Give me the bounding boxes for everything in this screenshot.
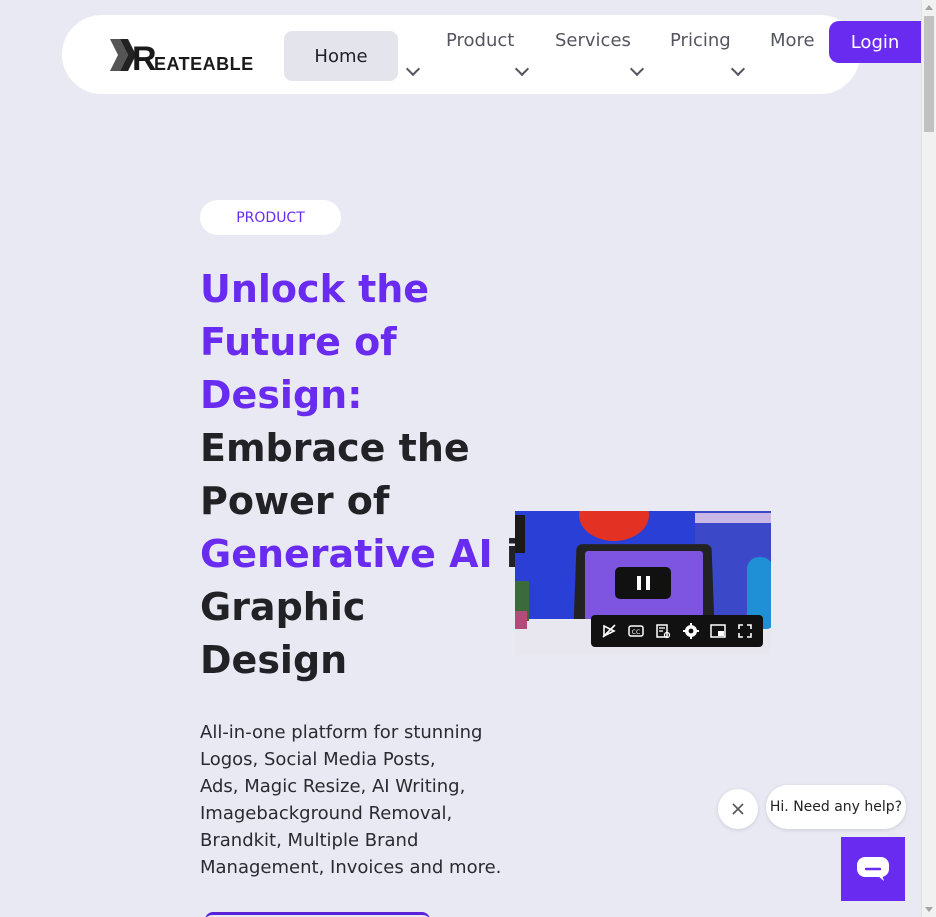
page-scrollbar[interactable] (921, 0, 936, 917)
chevron-down-icon[interactable] (730, 61, 746, 77)
nav-more[interactable]: More (770, 30, 815, 51)
pause-icon (645, 576, 650, 590)
hero-title-line: Design (200, 638, 348, 682)
chat-launcher-button[interactable] (841, 837, 905, 901)
chat-close-button[interactable] (718, 789, 758, 829)
pause-icon (636, 576, 641, 590)
pause-button[interactable] (615, 567, 671, 599)
video-player[interactable]: CC (515, 511, 771, 655)
settings-icon[interactable] (682, 622, 700, 640)
hero-title-line: Generative AI in (200, 528, 546, 581)
video-frame (695, 513, 771, 523)
cta-button[interactable] (205, 912, 430, 917)
hero-description: All-in-one platform for stunning Logos, … (200, 719, 520, 881)
chevron-down-icon[interactable] (405, 61, 421, 77)
hero-description-line: Management, Invoices and more. (200, 857, 502, 878)
login-button-label: Login (850, 31, 900, 53)
hero-title-line: Design: (200, 373, 363, 417)
chat-prompt-bubble[interactable]: Hi. Need any help? (766, 785, 906, 829)
chat-icon (857, 857, 889, 881)
video-frame (515, 611, 527, 629)
scroll-down-arrow-icon[interactable] (925, 907, 933, 912)
hero-title-line: Unlock the (200, 267, 430, 311)
svg-text:CC: CC (632, 629, 640, 636)
nav-services[interactable]: Services (555, 30, 631, 51)
video-controls: CC (591, 615, 763, 647)
fullscreen-icon[interactable] (736, 622, 754, 640)
transcript-icon[interactable] (654, 622, 672, 640)
chat-prompt-text: Hi. Need any help? (769, 799, 903, 815)
chevron-down-icon[interactable] (629, 61, 645, 77)
captions-icon[interactable]: CC (627, 622, 645, 640)
nav-home[interactable]: Home (284, 31, 398, 81)
hero-title: Unlock the Future of Design: Embrace the… (200, 263, 546, 687)
hero-title-line: Graphic (200, 585, 366, 629)
section-badge: PRODUCT (200, 200, 341, 235)
hero-description-line: Brandkit, Multiple Brand (200, 830, 419, 851)
svg-text:R: R (132, 40, 157, 73)
video-frame (515, 515, 525, 553)
nav-home-label: Home (314, 45, 368, 67)
hero-description-line: All-in-one platform for stunning (200, 722, 483, 743)
brand-logo[interactable]: R EATEABLE (110, 37, 265, 73)
header-navbar: R EATEABLE Home Product Services Pricing… (62, 15, 860, 94)
svg-text:EATEABLE: EATEABLE (154, 54, 254, 73)
nav-pricing[interactable]: Pricing (670, 30, 731, 51)
hero-description-line: Imagebackground Removal, (200, 803, 453, 824)
hero-title-accent: Generative AI (200, 532, 493, 576)
hero-title-line: Power of (200, 479, 390, 523)
section-badge-label: PRODUCT (236, 209, 305, 226)
scroll-up-arrow-icon[interactable] (925, 5, 933, 10)
hero-title-line: Future of (200, 320, 397, 364)
hero-description-line: Ads, Magic Resize, AI Writing, (200, 776, 466, 797)
hero-title-line: Embrace the (200, 426, 470, 470)
nav-product[interactable]: Product (446, 30, 514, 51)
autoplay-off-icon[interactable] (600, 622, 618, 640)
hero-description-line: Logos, Social Media Posts, (200, 749, 436, 770)
close-icon (732, 803, 744, 815)
scrollbar-thumb[interactable] (924, 16, 934, 132)
chevron-down-icon[interactable] (514, 61, 530, 77)
miniplayer-icon[interactable] (709, 622, 727, 640)
login-button[interactable]: Login (829, 21, 921, 63)
